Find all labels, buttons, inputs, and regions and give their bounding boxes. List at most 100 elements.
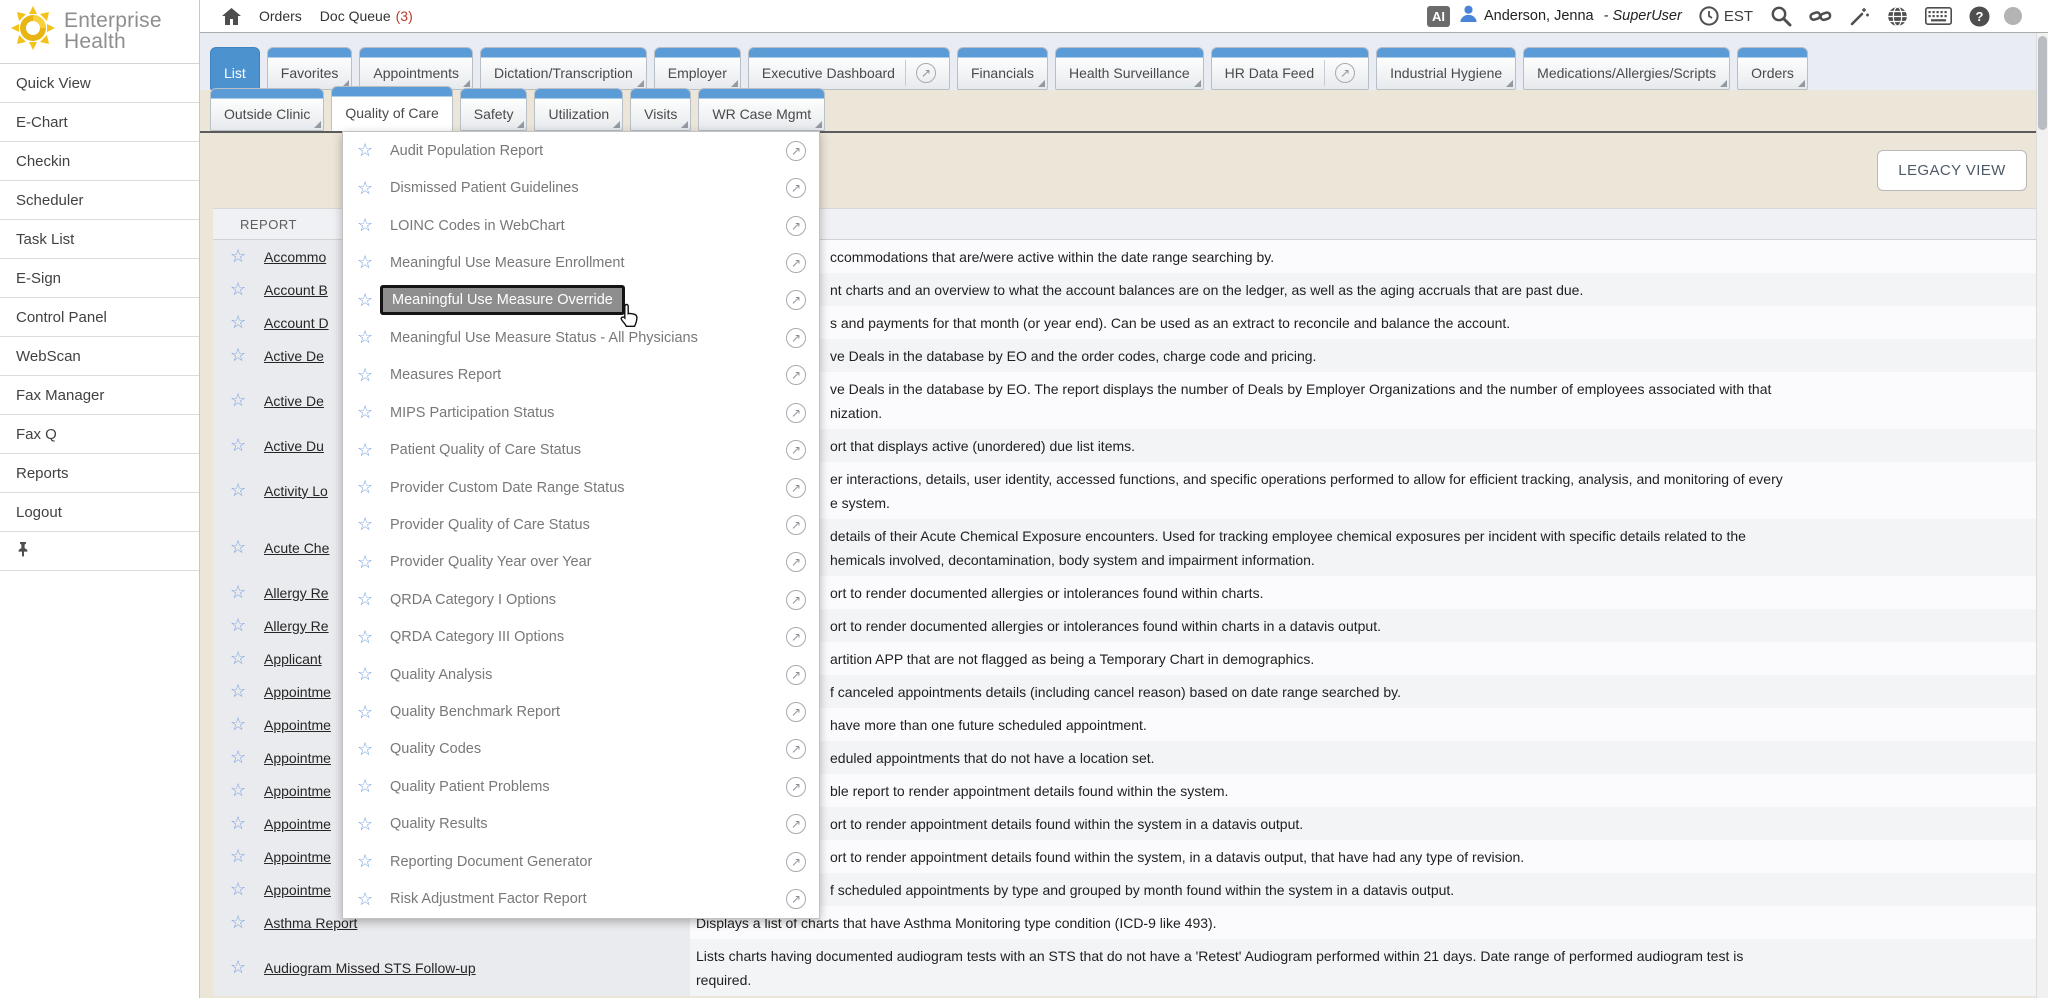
sidebar-item-e-sign[interactable]: E-Sign [0, 259, 199, 298]
favorite-star-icon[interactable]: ☆ [230, 879, 252, 900]
open-report-icon[interactable]: ↗ [786, 814, 806, 834]
sidebar-item-fax-manager[interactable]: Fax Manager [0, 376, 199, 415]
dropdown-item-audit-population-report[interactable]: ☆Audit Population Report↗ [343, 132, 819, 169]
open-report-icon[interactable]: ↗ [786, 777, 806, 797]
open-report-icon[interactable]: ↗ [786, 665, 806, 685]
favorite-star-icon[interactable]: ☆ [357, 739, 377, 760]
report-link[interactable]: Appointme [264, 849, 331, 865]
external-link-icon[interactable]: ↗ [1335, 63, 1355, 83]
sidebar-item-task-list[interactable]: Task List [0, 220, 199, 259]
open-report-icon[interactable]: ↗ [786, 478, 806, 498]
dropdown-item-qrda-category-iii-options[interactable]: ☆QRDA Category III Options↗ [343, 618, 819, 655]
report-link[interactable]: Acute Che [264, 540, 329, 556]
report-link[interactable]: Account D [264, 315, 329, 331]
dropdown-item-meaningful-use-measure-override[interactable]: ☆Meaningful Use Measure Override↗ [343, 282, 819, 319]
legacy-view-button[interactable]: LEGACY VIEW [1877, 150, 2027, 191]
sidebar-pin-row[interactable] [0, 532, 199, 571]
favorite-star-icon[interactable]: ☆ [230, 912, 252, 933]
dropdown-item-meaningful-use-measure-enrollment[interactable]: ☆Meaningful Use Measure Enrollment↗ [343, 244, 819, 281]
dropdown-item-quality-codes[interactable]: ☆Quality Codes↗ [343, 731, 819, 768]
report-link[interactable]: Account B [264, 282, 328, 298]
tab-outside-clinic[interactable]: Outside Clinic [210, 88, 324, 131]
sidebar-item-logout[interactable]: Logout [0, 493, 199, 532]
open-report-icon[interactable]: ↗ [786, 702, 806, 722]
dropdown-item-provider-quality-of-care-status[interactable]: ☆Provider Quality of Care Status↗ [343, 506, 819, 543]
favorite-star-icon[interactable]: ☆ [230, 537, 252, 558]
open-report-icon[interactable]: ↗ [786, 627, 806, 647]
scrollbar-thumb[interactable] [2038, 36, 2047, 130]
report-link[interactable]: Activity Lo [264, 483, 328, 499]
favorite-star-icon[interactable]: ☆ [357, 702, 377, 723]
sidebar-item-webscan[interactable]: WebScan [0, 337, 199, 376]
sidebar-item-e-chart[interactable]: E-Chart [0, 103, 199, 142]
magic-wand-icon[interactable] [1849, 6, 1870, 27]
favorite-star-icon[interactable]: ☆ [230, 813, 252, 834]
open-report-icon[interactable]: ↗ [786, 739, 806, 759]
dropdown-item-risk-adjustment-factor-report[interactable]: ☆Risk Adjustment Factor Report↗ [343, 880, 819, 917]
tab-list[interactable]: List [210, 47, 260, 90]
favorite-star-icon[interactable]: ☆ [230, 747, 252, 768]
favorite-star-icon[interactable]: ☆ [230, 615, 252, 636]
tab-dictation-transcription[interactable]: Dictation/Transcription [480, 47, 647, 90]
dropdown-item-measures-report[interactable]: ☆Measures Report↗ [343, 357, 819, 394]
favorite-star-icon[interactable]: ☆ [357, 589, 377, 610]
tab-wr-case-mgmt[interactable]: WR Case Mgmt [698, 88, 825, 131]
dropdown-item-quality-results[interactable]: ☆Quality Results↗ [343, 806, 819, 843]
dropdown-item-provider-quality-year-over-year[interactable]: ☆Provider Quality Year over Year↗ [343, 544, 819, 581]
report-link[interactable]: Active De [264, 393, 324, 409]
tab-orders[interactable]: Orders [1737, 47, 1808, 90]
sidebar-item-reports[interactable]: Reports [0, 454, 199, 493]
help-icon[interactable]: ? [1969, 6, 1990, 27]
favorite-star-icon[interactable]: ☆ [357, 215, 377, 236]
report-link[interactable]: Audiogram Missed STS Follow-up [264, 960, 476, 976]
dropdown-item-quality-benchmark-report[interactable]: ☆Quality Benchmark Report↗ [343, 693, 819, 730]
tab-employer[interactable]: Employer [654, 47, 741, 90]
open-report-icon[interactable]: ↗ [786, 515, 806, 535]
favorite-star-icon[interactable]: ☆ [357, 627, 377, 648]
home-icon[interactable] [222, 8, 241, 25]
favorite-star-icon[interactable]: ☆ [230, 279, 252, 300]
clock-icon[interactable] [1699, 6, 1719, 26]
report-link[interactable]: Appointme [264, 882, 331, 898]
favorite-star-icon[interactable]: ☆ [230, 246, 252, 267]
sidebar-item-quick-view[interactable]: Quick View [0, 64, 199, 103]
dropdown-item-patient-quality-of-care-status[interactable]: ☆Patient Quality of Care Status↗ [343, 431, 819, 468]
favorite-star-icon[interactable]: ☆ [230, 780, 252, 801]
open-report-icon[interactable]: ↗ [786, 290, 806, 310]
dropdown-item-dismissed-patient-guidelines[interactable]: ☆Dismissed Patient Guidelines↗ [343, 169, 819, 206]
favorite-star-icon[interactable]: ☆ [357, 664, 377, 685]
favorite-star-icon[interactable]: ☆ [357, 252, 377, 273]
dropdown-item-quality-patient-problems[interactable]: ☆Quality Patient Problems↗ [343, 768, 819, 805]
report-link[interactable]: Applicant [264, 651, 322, 667]
open-report-icon[interactable]: ↗ [786, 852, 806, 872]
tab-executive-dashboard[interactable]: Executive Dashboard↗ [748, 47, 950, 90]
report-link[interactable]: Allergy Re [264, 585, 329, 601]
sidebar-item-scheduler[interactable]: Scheduler [0, 181, 199, 220]
favorite-star-icon[interactable]: ☆ [230, 648, 252, 669]
dropdown-item-provider-custom-date-range-status[interactable]: ☆Provider Custom Date Range Status↗ [343, 469, 819, 506]
favorite-star-icon[interactable]: ☆ [357, 290, 377, 311]
open-report-icon[interactable]: ↗ [786, 141, 806, 161]
favorite-star-icon[interactable]: ☆ [357, 402, 377, 423]
report-link[interactable]: Accommo [264, 249, 326, 265]
open-report-icon[interactable]: ↗ [786, 365, 806, 385]
report-link[interactable]: Appointme [264, 816, 331, 832]
favorite-star-icon[interactable]: ☆ [230, 846, 252, 867]
favorite-star-icon[interactable]: ☆ [357, 814, 377, 835]
sidebar-item-fax-q[interactable]: Fax Q [0, 415, 199, 454]
open-report-icon[interactable]: ↗ [786, 216, 806, 236]
favorite-star-icon[interactable]: ☆ [230, 681, 252, 702]
tab-appointments[interactable]: Appointments [359, 47, 473, 90]
favorite-star-icon[interactable]: ☆ [357, 514, 377, 535]
favorite-star-icon[interactable]: ☆ [357, 365, 377, 386]
open-report-icon[interactable]: ↗ [786, 253, 806, 273]
open-report-icon[interactable]: ↗ [786, 889, 806, 909]
link-icon[interactable] [1809, 6, 1832, 26]
favorite-star-icon[interactable]: ☆ [357, 327, 377, 348]
tab-health-surveillance[interactable]: Health Surveillance [1055, 47, 1204, 90]
dropdown-item-loinc-codes-in-webchart[interactable]: ☆LOINC Codes in WebChart↗ [343, 207, 819, 244]
report-link[interactable]: Appointme [264, 717, 331, 733]
external-link-icon[interactable]: ↗ [916, 63, 936, 83]
favorite-star-icon[interactable]: ☆ [357, 776, 377, 797]
favorite-star-icon[interactable]: ☆ [230, 390, 252, 411]
